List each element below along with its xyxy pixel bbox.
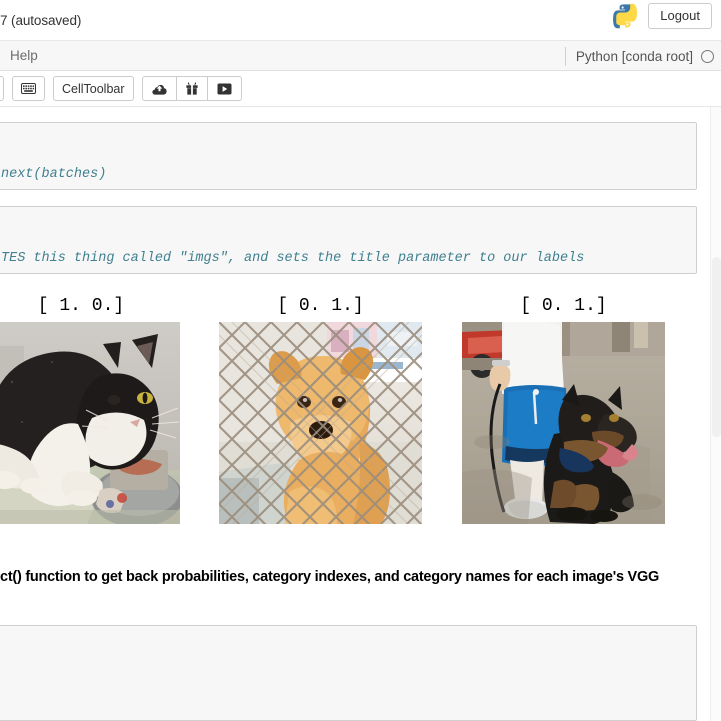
figure-rottweiler-title: [ 0. 1.]: [520, 296, 607, 316]
notebook-body[interactable]: next(batches) TES this thing called "img…: [0, 107, 721, 721]
figure-cat: [ 1. 0.]: [0, 277, 180, 524]
menu-item-help[interactable]: Help: [0, 41, 48, 71]
play-video-button[interactable]: [206, 76, 242, 101]
code-cell-empty[interactable]: [0, 625, 697, 721]
toolbar-clipped-button[interactable]: [0, 76, 4, 101]
celltoolbar-button[interactable]: CellToolbar: [53, 76, 134, 101]
keyboard-shortcuts-button[interactable]: [12, 76, 45, 101]
code-cell-1-source[interactable]: next(batches): [1, 165, 106, 184]
notebook-toolbar: CellToolbar: [0, 71, 721, 107]
gift-button[interactable]: [175, 76, 208, 101]
tuxedo-cat-photo: [0, 322, 180, 524]
notebook-title[interactable]: 7 (autosaved): [0, 13, 81, 28]
header-right-group: Logout: [612, 2, 712, 30]
figure-golden-dog: [ 0. 1.]: [219, 277, 422, 524]
code-cell-1[interactable]: next(batches): [0, 122, 697, 190]
scrollbar-thumb[interactable]: [712, 257, 721, 437]
menu-bar: Help Python [conda root]: [0, 41, 721, 71]
play-video-icon: [217, 83, 232, 95]
kernel-idle-circle-icon: [701, 49, 714, 63]
kernel-divider: [564, 46, 566, 66]
markdown-paragraph[interactable]: ct() function to get back probabilities,…: [0, 569, 721, 585]
vertical-scrollbar[interactable]: [710, 107, 721, 721]
gift-icon: [185, 82, 198, 95]
python-logo-icon: [612, 2, 638, 30]
keyboard-icon: [21, 83, 36, 94]
code-cell-2-source[interactable]: TES this thing called "imgs", and sets t…: [1, 249, 584, 268]
notebook-header: 7 (autosaved) Logout: [0, 0, 721, 41]
kernel-status-area: Python [conda root]: [564, 41, 715, 71]
logout-button[interactable]: Logout: [648, 2, 712, 30]
golden-dog-behind-fence-photo: [219, 322, 422, 524]
rottweiler-with-person-photo: [462, 322, 665, 524]
figure-golden-dog-title: [ 0. 1.]: [277, 296, 364, 316]
toolbar-buttons-group: CellToolbar: [0, 76, 242, 101]
cloud-upload-button[interactable]: [141, 76, 177, 101]
cloud-upload-icon: [151, 83, 167, 95]
kernel-name-label[interactable]: Python [conda root]: [576, 49, 693, 64]
menu-items-group: Help: [0, 41, 48, 71]
extension-buttons-group: [141, 76, 242, 101]
image-output-area: [ 1. 0.] [0. 1.] [0. 1.]: [0, 277, 721, 524]
figure-rottweiler: [ 0. 1.]: [462, 277, 665, 524]
figure-cat-title: [ 1. 0.]: [37, 296, 125, 316]
code-cell-2[interactable]: TES this thing called "imgs", and sets t…: [0, 206, 697, 274]
